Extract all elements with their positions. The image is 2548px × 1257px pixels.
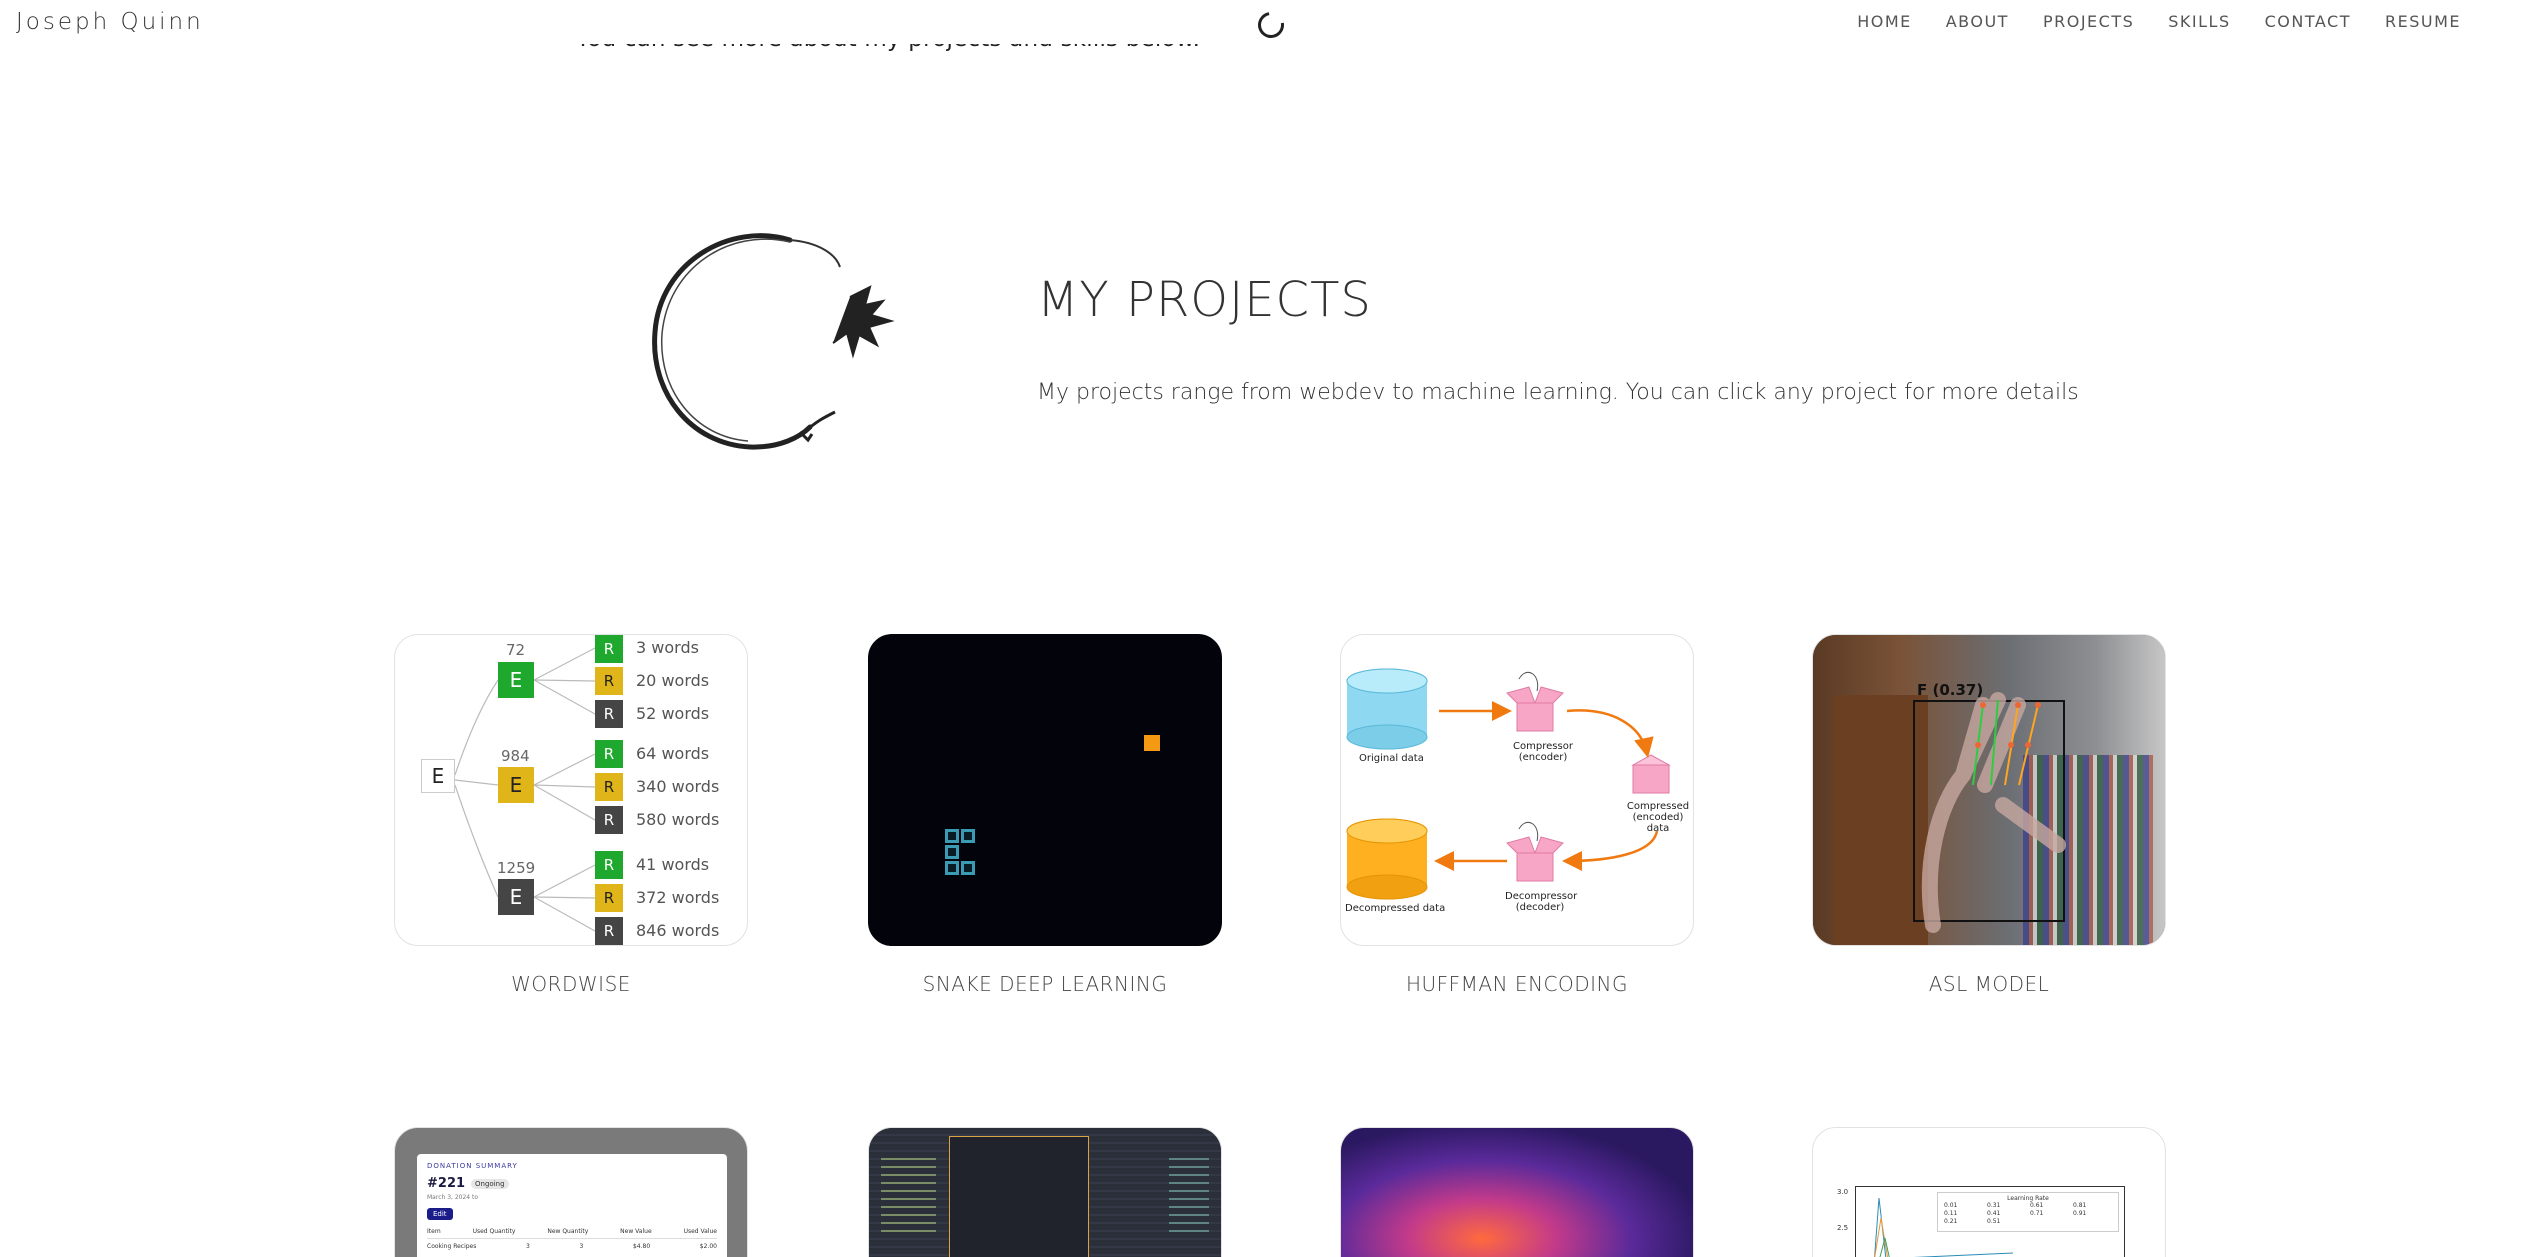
nav-contact[interactable]: CONTACT xyxy=(2265,12,2351,31)
leaf-count: 64 words xyxy=(636,744,710,763)
projects-section-title: MY PROJECTS xyxy=(1037,272,1372,328)
nav-about[interactable]: ABOUT xyxy=(1946,12,2009,31)
enso-circle-icon xyxy=(652,233,895,450)
col-new-value: New Value xyxy=(620,1228,652,1235)
donation-table-row: Cooking Recipes 3 3 $4.80 $2.00 xyxy=(427,1243,717,1250)
leaf-count: 3 words xyxy=(636,638,699,657)
leaf-count: 846 words xyxy=(636,921,720,940)
leaf-count: 20 words xyxy=(636,671,710,690)
project-card-donation[interactable]: DONATION SUMMARY #221 Ongoing March 3, 2… xyxy=(394,1127,748,1257)
col-new-quantity: New Quantity xyxy=(547,1228,589,1235)
branch-count: 984 xyxy=(501,747,530,765)
compressed-sub-text: (encoded) data xyxy=(1632,812,1684,834)
navbar: Joseph Quinn HOME ABOUT PROJECTS SKILLS … xyxy=(0,0,2548,44)
leaf-node: R xyxy=(595,806,623,834)
project-card-editor[interactable] xyxy=(868,1127,1222,1257)
project-card-asl[interactable]: F (0.37) xyxy=(1812,634,2166,946)
nav-menu: HOME ABOUT PROJECTS SKILLS CONTACT RESUM… xyxy=(1823,12,2461,31)
huffman-decompressor-label: Decompressor (decoder) xyxy=(1505,891,1578,913)
col-used-value: Used Value xyxy=(683,1228,717,1235)
huffman-decompressed-label: Decompressed data xyxy=(1345,903,1446,914)
snake-segment xyxy=(961,861,975,875)
leaf-count: 41 words xyxy=(636,855,710,874)
leaf-count: 340 words xyxy=(636,777,720,796)
donation-date: March 3, 2024 to xyxy=(427,1194,479,1201)
snake-segment xyxy=(945,861,959,875)
leaf-node: R xyxy=(595,635,623,663)
hand-landmarks xyxy=(1921,692,2066,933)
donation-header: DONATION SUMMARY xyxy=(427,1162,518,1170)
col-used-quantity: Used Quantity xyxy=(472,1228,516,1235)
compressor-text: Compressor xyxy=(1513,741,1573,752)
donation-status-badge: Ongoing xyxy=(471,1178,509,1189)
branch-count: 1259 xyxy=(497,859,536,877)
nav-resume[interactable]: RESUME xyxy=(2385,12,2461,31)
nav-projects[interactable]: PROJECTS xyxy=(2043,12,2134,31)
project-card-fractal[interactable] xyxy=(1340,1127,1694,1257)
project-card-snake[interactable] xyxy=(868,634,1222,946)
decompressor-text: Decompressor xyxy=(1505,891,1578,902)
huffman-original-label: Original data xyxy=(1359,753,1424,764)
project-card-learning-rate[interactable]: 3.0 2.5 Learning Rate 0.01 0.31 0.61 0.8… xyxy=(1812,1127,2166,1257)
leaf-node: R xyxy=(595,773,623,801)
project-title-huffman[interactable]: HUFFMAN ENCODING xyxy=(1340,972,1694,996)
branch-node-yellow: E xyxy=(498,767,534,803)
branch-node-green: E xyxy=(498,662,534,698)
project-card-wordwise[interactable]: E 72 E R 3 words R 20 words R 52 words 9… xyxy=(394,634,748,946)
branch-node-grey: E xyxy=(498,879,534,915)
leaf-node: R xyxy=(595,667,623,695)
branch-count: 72 xyxy=(506,641,526,659)
project-card-huffman[interactable]: Original data Compressor (encoder) Compr… xyxy=(1340,634,1694,946)
donation-summary-panel: DONATION SUMMARY #221 Ongoing March 3, 2… xyxy=(417,1154,727,1257)
leaf-node: R xyxy=(595,700,623,728)
col-item: Item xyxy=(427,1228,441,1235)
snake-food xyxy=(1144,735,1160,751)
code-lines xyxy=(881,1158,936,1238)
donation-table-header: Item Used Quantity New Quantity New Valu… xyxy=(427,1228,717,1239)
project-title-asl[interactable]: ASL MODEL xyxy=(1812,972,2166,996)
leaf-node: R xyxy=(595,851,623,879)
snake-segment xyxy=(945,845,959,859)
leaf-node: R xyxy=(595,884,623,912)
cell: Cooking Recipes xyxy=(427,1243,477,1250)
huffman-compressor-label: Compressor (encoder) xyxy=(1513,741,1573,763)
compressed-text: Compressed xyxy=(1626,801,1690,812)
donation-id: #221 xyxy=(427,1176,466,1191)
snake-segment xyxy=(945,829,959,843)
cell: 3 xyxy=(526,1243,530,1250)
leaf-count: 52 words xyxy=(636,704,710,723)
nav-skills[interactable]: SKILLS xyxy=(2168,12,2230,31)
nav-home[interactable]: HOME xyxy=(1857,12,1912,31)
compressor-sub-text: (encoder) xyxy=(1518,752,1568,763)
brand-name[interactable]: Joseph Quinn xyxy=(16,9,204,35)
lr-lines xyxy=(1874,1197,2014,1257)
cell: 3 xyxy=(579,1243,584,1250)
code-lines xyxy=(1169,1158,1209,1238)
loading-spinner-icon xyxy=(1252,6,1290,44)
decompressor-sub-text: (decoder) xyxy=(1515,902,1565,913)
wordwise-root-node: E xyxy=(421,759,455,793)
huffman-compressed-label: Compressed (encoded) data xyxy=(1621,801,1693,834)
cell: $2.00 xyxy=(699,1243,717,1250)
leaf-node: R xyxy=(595,740,623,768)
leaf-node: R xyxy=(595,917,623,945)
donation-edit-button[interactable]: Edit xyxy=(427,1208,453,1220)
snake-segment xyxy=(961,829,975,843)
file-tree-popup xyxy=(949,1136,1089,1257)
cell: $4.80 xyxy=(632,1243,651,1250)
leaf-count: 372 words xyxy=(636,888,720,907)
leaf-count: 580 words xyxy=(636,810,720,829)
projects-section-description: My projects range from webdev to machine… xyxy=(1037,380,2079,405)
project-title-snake[interactable]: SNAKE DEEP LEARNING xyxy=(868,972,1222,996)
project-title-wordwise[interactable]: WORDWISE xyxy=(394,972,748,996)
